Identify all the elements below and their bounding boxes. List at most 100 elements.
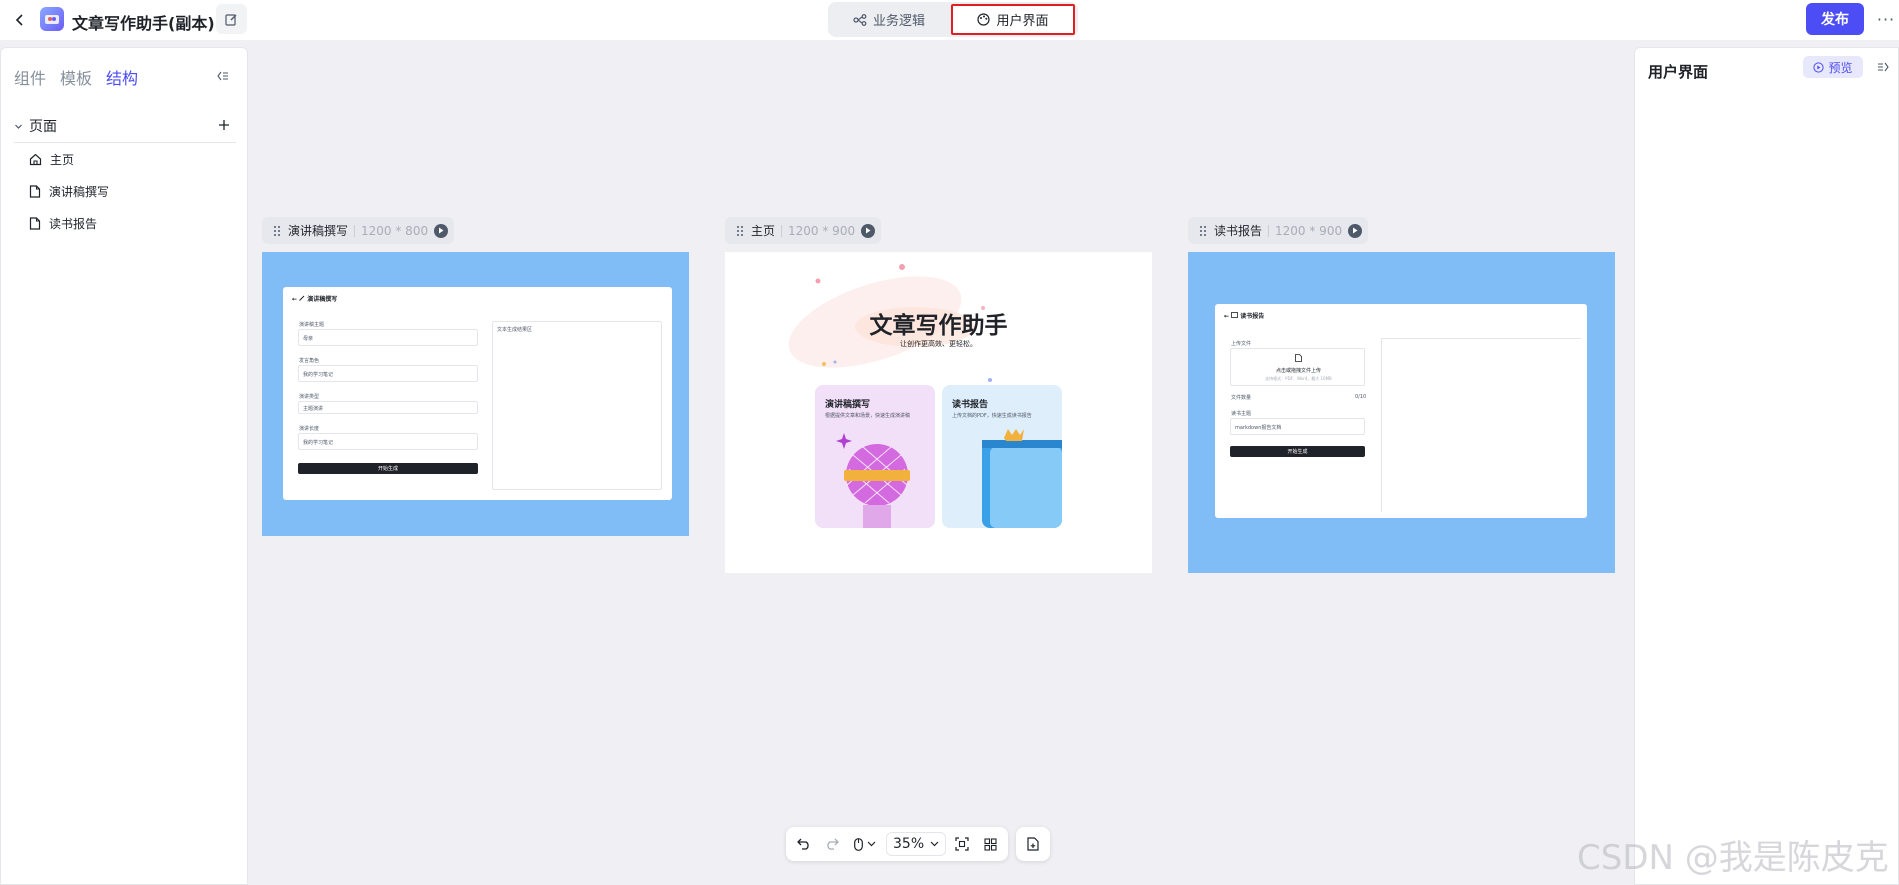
section-divider (14, 142, 236, 143)
file-add-icon (1027, 837, 1039, 851)
field-label: 演讲长度 (299, 426, 320, 432)
add-page-toolbar-button[interactable] (1021, 832, 1045, 856)
tab-user-interface[interactable]: 用户界面 (951, 4, 1075, 35)
more-menu-button[interactable]: ··· (1876, 8, 1896, 30)
speech-generate-button[interactable]: 开始生成 (298, 463, 478, 474)
palette-icon (977, 13, 991, 26)
label-separator (354, 224, 356, 237)
add-page-button[interactable] (216, 117, 232, 133)
frame-name: 演讲稿撰写 (288, 224, 349, 238)
report-output-area (1381, 338, 1581, 512)
edit-icon (225, 13, 237, 26)
tab-components[interactable]: 组件 (14, 65, 46, 89)
plus-icon (219, 120, 229, 130)
book-small-icon (1231, 312, 1239, 318)
book-icon (982, 429, 1062, 528)
redo-icon (827, 838, 839, 850)
frame-label-speech[interactable]: 演讲稿撰写 1200 * 800 (262, 217, 455, 244)
flow-icon (853, 13, 867, 26)
field-label: 发言角色 (299, 358, 320, 364)
speech-form-title: ← 演讲稿撰写 (292, 295, 338, 303)
design-canvas[interactable]: 演讲稿撰写 1200 * 800 ← 演讲稿撰写 演讲稿主题 母亲 发言角色 我… (255, 47, 1627, 885)
report-generate-button[interactable]: 开始生成 (1230, 446, 1365, 457)
fit-screen-button[interactable] (950, 832, 974, 856)
play-circle-icon (1813, 61, 1825, 73)
undo-icon (797, 838, 809, 850)
expand-panel-button[interactable] (1875, 59, 1891, 75)
frame-size: 1200 * 900 (788, 223, 856, 238)
undo-button[interactable] (792, 832, 816, 856)
collapse-left-panel-button[interactable] (215, 68, 231, 84)
pointer-mode-button[interactable] (848, 832, 882, 856)
speech-type-select[interactable]: 主题演讲 (298, 401, 478, 414)
home-card-speech[interactable]: 演讲稿撰写 根据提供文章和场景，快速生成演讲稿 (815, 385, 935, 528)
tab-business-logic[interactable]: 业务逻辑 (828, 5, 950, 34)
pages-section-header[interactable]: 页面 (14, 112, 236, 140)
field-label: 演讲稿主题 (299, 322, 325, 328)
edit-title-button[interactable] (216, 4, 247, 34)
right-panel-title: 用户界面 (1648, 63, 1709, 81)
frame-report[interactable]: ← 读书报告 上传文件 点击或拖拽文件上传 支持格式：PDF、Word，最大 1… (1188, 252, 1615, 573)
tab-structure[interactable]: 结构 (106, 65, 138, 89)
speech-role-input[interactable]: 我的学习笔记 (298, 365, 478, 382)
zoom-select[interactable]: 35% (886, 832, 947, 856)
drag-handle-icon[interactable] (735, 224, 745, 238)
drag-handle-icon[interactable] (1198, 224, 1208, 238)
zoom-value: 35% (893, 836, 925, 852)
upload-subhint: 支持格式：PDF、Word，最大 10MB (1265, 376, 1332, 381)
label-separator (781, 224, 783, 237)
home-card-report[interactable]: 读书报告 上传文档的PDF，快速生成读书报告 (942, 385, 1062, 528)
chevron-down-icon (15, 124, 22, 129)
page-item-speech[interactable]: 演讲稿撰写 (29, 178, 239, 204)
upload-dropzone[interactable]: 点击或拖拽文件上传 支持格式：PDF、Word，最大 10MB (1230, 348, 1365, 386)
speech-topic-input[interactable]: 母亲 (298, 329, 478, 346)
microphone-icon (836, 433, 910, 528)
report-form-card: ← 读书报告 上传文件 点击或拖拽文件上传 支持格式：PDF、Word，最大 1… (1215, 304, 1587, 518)
file-icon (29, 216, 41, 230)
publish-button[interactable]: 发布 (1806, 3, 1864, 35)
field-label: 演讲类型 (299, 394, 320, 400)
grid-layout-button[interactable] (978, 832, 1002, 856)
mouse-icon (854, 837, 863, 851)
count-value: 0/10 (1355, 394, 1367, 400)
page-item-report[interactable]: 读书报告 (29, 210, 239, 236)
label-separator (1268, 224, 1270, 237)
play-icon[interactable] (861, 223, 876, 238)
play-icon[interactable] (1348, 223, 1363, 238)
report-form-title: ← 读书报告 (1224, 312, 1265, 320)
redo-button[interactable] (820, 832, 844, 856)
speech-output-area: 文本生成结果区 (492, 321, 662, 490)
speech-form-card: ← 演讲稿撰写 演讲稿主题 母亲 发言角色 我的学习笔记 演讲类型 主题演讲 演… (283, 287, 672, 500)
frame-speech[interactable]: ← 演讲稿撰写 演讲稿主题 母亲 发言角色 我的学习笔记 演讲类型 主题演讲 演… (262, 252, 689, 536)
top-bar: 文章写作助手(副本) 业务逻辑 用户界面 发布 ··· (0, 0, 1899, 40)
back-button[interactable] (10, 10, 30, 30)
tab-templates[interactable]: 模板 (60, 65, 92, 89)
pages-section-label: 页面 (29, 119, 57, 135)
frame-label-report[interactable]: 读书报告 1200 * 900 (1188, 217, 1369, 244)
fit-screen-icon (955, 837, 969, 851)
home-icon (29, 153, 42, 165)
mode-switcher: 业务逻辑 用户界面 (828, 2, 1078, 37)
frame-name: 读书报告 (1214, 224, 1263, 238)
expand-panel-icon (1878, 62, 1889, 72)
file-icon (29, 184, 41, 198)
home-title: 文章写作助手 (869, 313, 1008, 339)
app-logo (40, 7, 64, 31)
right-panel: 用户界面 预览 (1634, 47, 1899, 885)
page-item-label: 主页 (50, 152, 75, 167)
frame-label-home[interactable]: 主页 1200 * 900 (725, 217, 882, 244)
watermark: CSDN @我是陈皮克 (1577, 838, 1889, 878)
left-panel: 组件 模板 结构 页面 主页 演讲稿撰写 读书报告 (0, 47, 248, 885)
chevron-down-icon (930, 841, 939, 847)
page-item-home[interactable]: 主页 (29, 146, 239, 172)
canvas-toolbar: 35% (786, 827, 1051, 861)
file-icon (1295, 354, 1302, 362)
report-topic-input[interactable]: markdown报告文档 (1230, 418, 1365, 435)
frame-home[interactable]: 文章写作助手 让创作更高效、更轻松。 演讲稿撰写 根据提供文章和场景，快速生成演… (725, 252, 1152, 573)
preview-button[interactable]: 预览 (1803, 56, 1863, 78)
count-label: 文件数量 (1231, 395, 1252, 401)
speech-length-input[interactable]: 我的学习笔记 (298, 433, 478, 450)
drag-handle-icon[interactable] (272, 224, 282, 238)
history-controls: 35% (786, 827, 1009, 861)
play-icon[interactable] (434, 223, 449, 238)
